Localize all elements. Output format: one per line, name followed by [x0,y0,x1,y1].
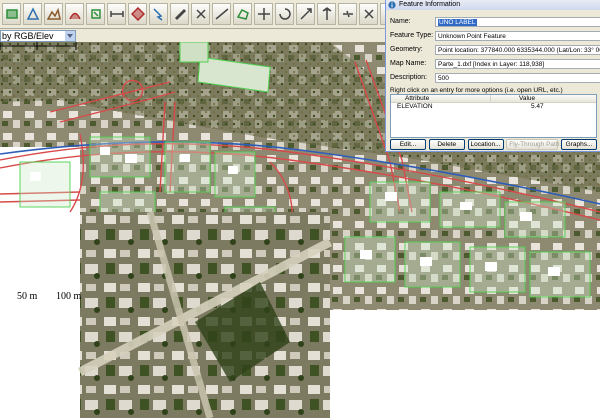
cut-icon [363,9,374,19]
shader-row: by RGB/Elev [0,29,400,42]
description-label: Description: [390,74,427,81]
split-icon [322,7,331,20]
description-field[interactable]: 500 [435,72,600,83]
chevron-down-icon[interactable] [65,30,75,41]
map-name-label: Map Name: [390,60,427,67]
aerial-photo-inset [80,212,330,418]
dialog-titlebar[interactable]: Feature Information [386,0,600,10]
toolbar-button-path[interactable] [65,3,84,25]
attribute-table[interactable]: Attribute Value ELEVATION 5.47 [390,94,597,138]
name-value: UNO LABEL [438,18,477,26]
name-field[interactable]: UNO LABEL [435,16,600,27]
value-cell: 5.47 [531,103,544,110]
table-row[interactable]: ELEVATION 5.47 [391,103,596,111]
name-label: Name: [390,18,411,25]
toolbar-button-digitize[interactable] [23,3,42,25]
column-header-value[interactable]: Value [491,95,596,102]
terrain-icon [46,7,61,20]
geometry-label: Geometry: [390,46,423,53]
shader-select-value: by RGB/Elev [2,30,54,41]
scale-label-100: 100 m [56,291,82,302]
column-header-attribute[interactable]: Attribute [391,95,491,102]
feature-info-icon [130,7,145,21]
measure-icon [109,11,124,17]
area-icon [236,9,249,20]
feature-type-label: Feature Type: [390,32,434,39]
graphs-button[interactable]: Graphs... [561,139,597,150]
blank-area [330,310,600,418]
location-button[interactable]: Location... [467,139,504,150]
select-icon [152,8,162,21]
toolbar-button-area[interactable] [233,3,252,25]
scale-label-50: 50 m [17,291,38,302]
toolbar-button-select[interactable] [149,3,168,25]
line-icon [215,8,228,20]
toolbar-button-terrain[interactable] [44,3,63,25]
hint-text: Right click on an entry for more options… [390,87,563,94]
fly-through-path-button[interactable]: Fly-Through Path... [506,139,565,150]
dialog-button-row: Edit... Delete Location... Fly-Through P… [390,139,597,150]
geometry-field[interactable]: Point location: 377840.000 6335344.000 (… [435,44,600,55]
toolbar-button-layers[interactable] [2,3,21,25]
scale-icon [299,8,312,20]
toolbar-button-feature-info[interactable] [128,3,147,25]
toolbar-button-vertex[interactable] [191,3,210,25]
path-icon [68,12,81,20]
info-icon [388,1,396,9]
geometry-row: Geometry: Point location: 377840.000 633… [390,44,600,55]
feature-type-field[interactable]: Unknown Point Feature [435,30,600,41]
toolbar-button-shape[interactable] [86,3,105,25]
name-row: Name: UNO LABEL [390,16,600,27]
edit-button[interactable]: Edit... [390,139,426,150]
description-row: Description: 500 [390,72,600,83]
toolbar-button-cut[interactable] [359,3,378,25]
feature-type-row: Feature Type: Unknown Point Feature [390,30,600,41]
toolbar-button-edit[interactable] [170,3,189,25]
map-name-field[interactable]: Parte_1.dxf [Index in Layer: 118,938] [435,58,600,69]
attribute-table-header: Attribute Value [391,95,596,103]
dialog-title: Feature Information [399,1,461,8]
building-block [179,42,209,63]
toolbar-button-scale[interactable] [296,3,315,25]
map-name-row: Map Name: Parte_1.dxf [Index in Layer: 1… [390,58,600,69]
attribute-cell: ELEVATION [397,103,433,110]
join-icon [342,10,353,18]
feature-information-dialog: Feature Information Name: UNO LABEL Feat… [385,0,600,152]
toolbar-button-line[interactable] [212,3,231,25]
edit-icon [174,8,186,21]
toolbar-button-rotate[interactable] [275,3,294,25]
delete-button[interactable]: Delete [428,139,465,150]
layers-icon [5,9,18,19]
shape-icon [90,9,101,19]
digitize-icon [26,7,39,20]
toolbar-button-move[interactable] [254,3,273,25]
toolbar-button-measure[interactable] [107,3,126,25]
scale-bar [0,42,77,50]
rotate-icon [278,8,291,20]
vertex-icon [195,9,206,19]
shader-select[interactable]: by RGB/Elev [0,29,76,42]
main-toolbar [0,0,400,29]
toolbar-button-split[interactable] [317,3,336,25]
toolbar-button-join[interactable] [338,3,357,25]
move-icon [257,8,270,20]
